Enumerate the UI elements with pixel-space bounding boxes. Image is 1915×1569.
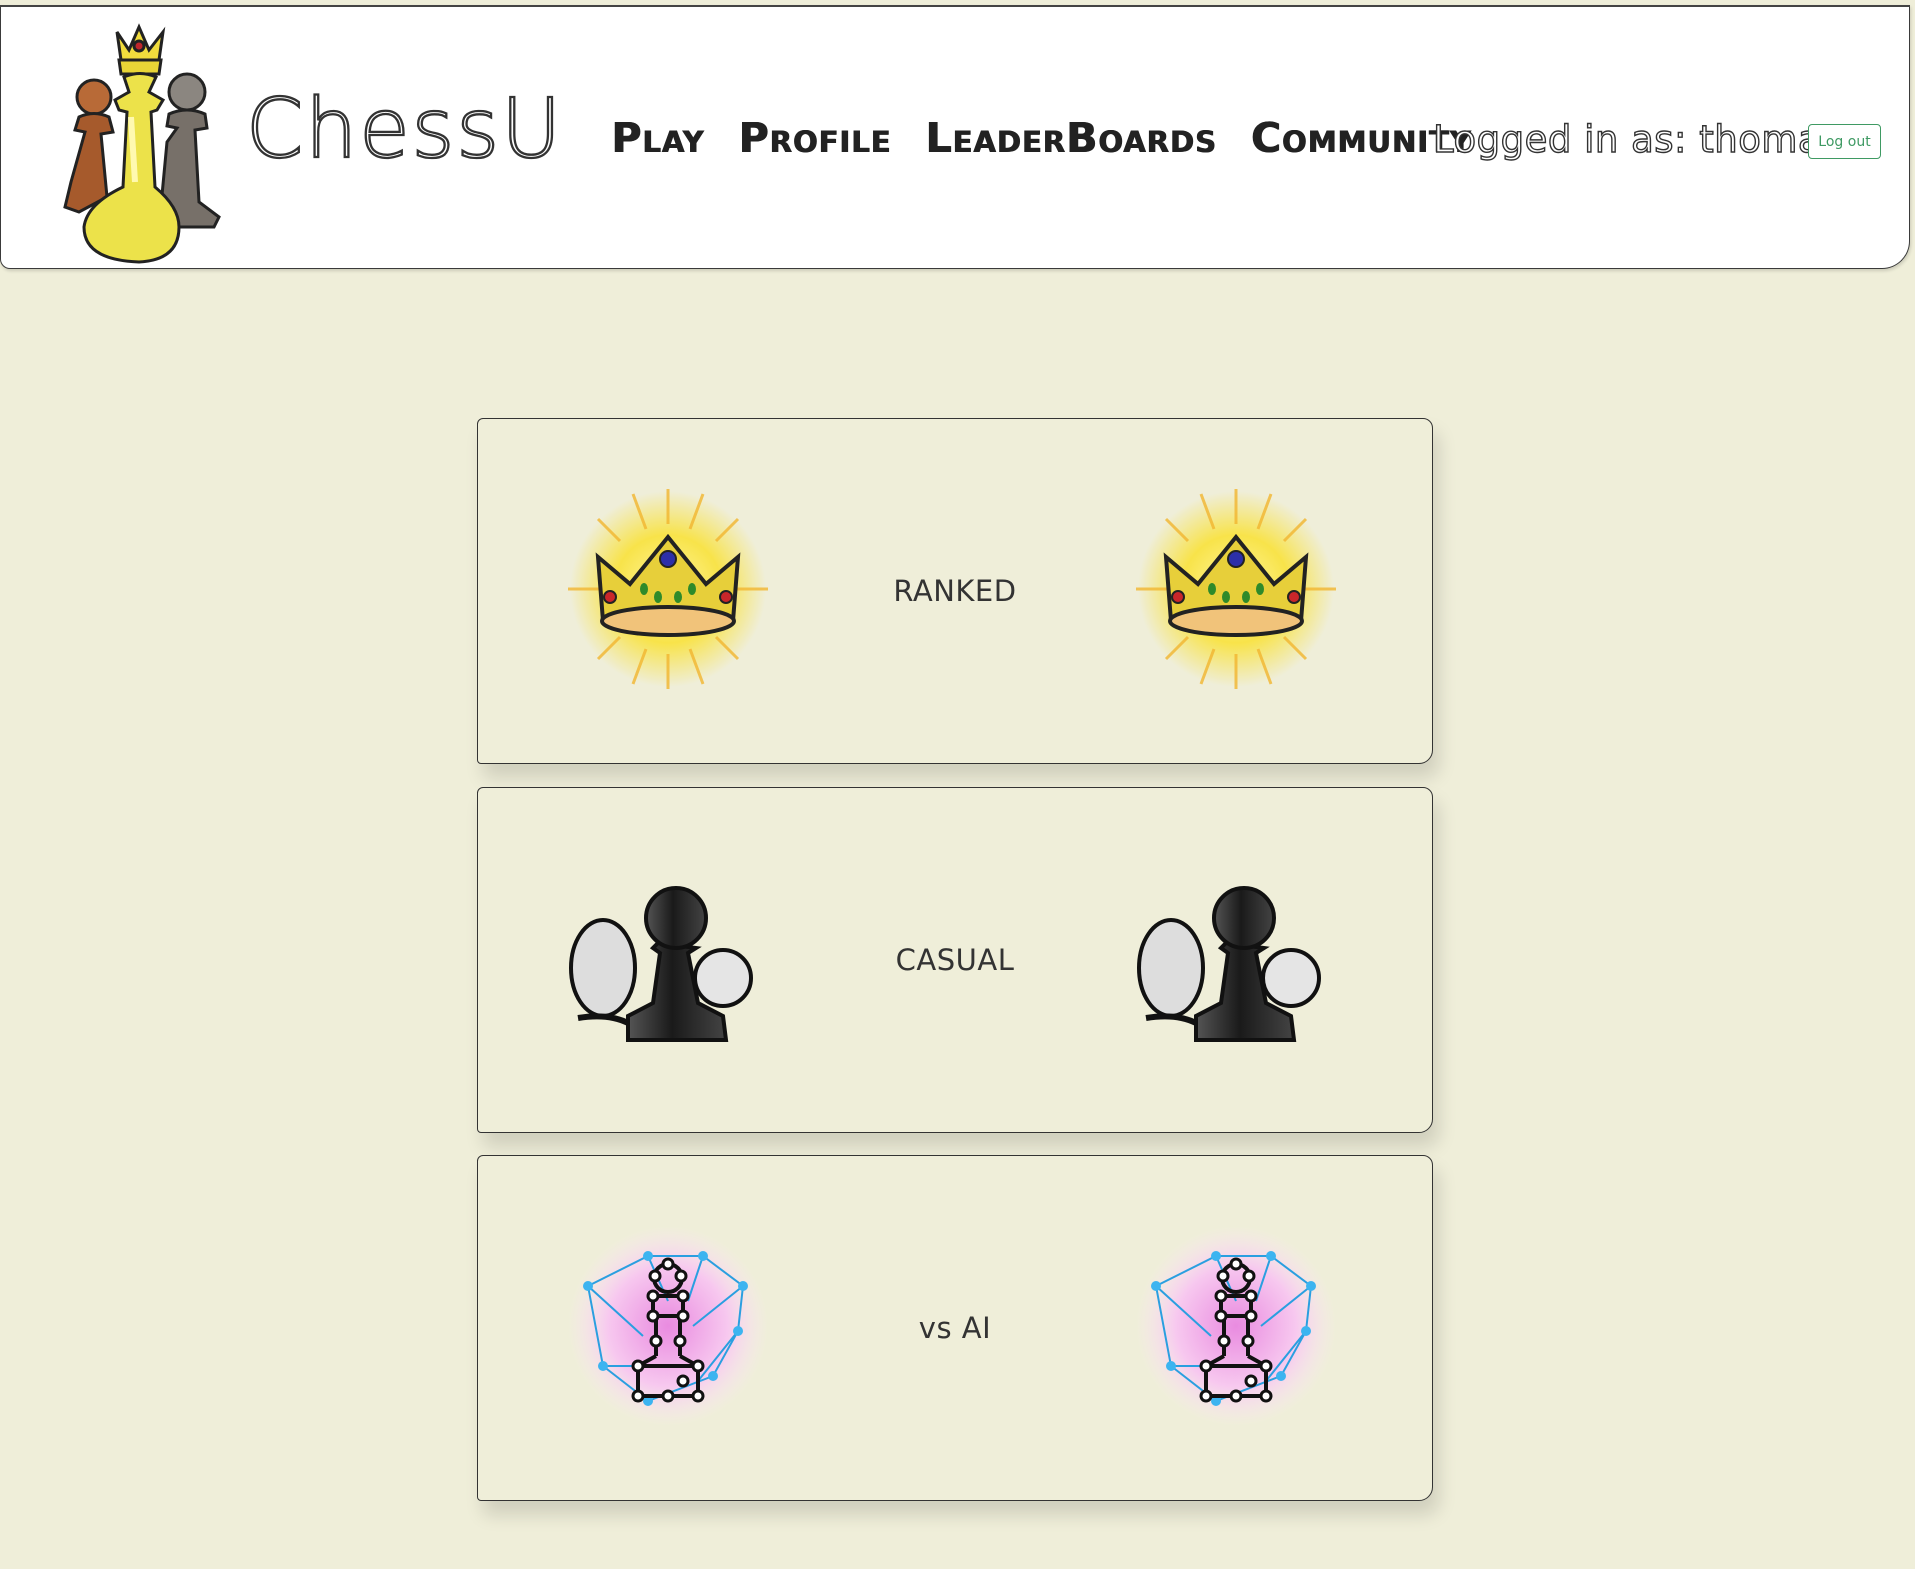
login-status: Logged in as: thomas: [1432, 118, 1841, 161]
main-nav: Play Profile LeaderBoards Community: [611, 118, 1471, 159]
crown-icon: [1134, 487, 1338, 691]
ai-pawn-icon: [1134, 1224, 1338, 1428]
logout-button[interactable]: Log out: [1808, 124, 1881, 159]
nav-play[interactable]: Play: [611, 118, 704, 159]
chess-pieces-logo[interactable]: [39, 22, 234, 267]
mode-card-casual[interactable]: CASUAL: [477, 787, 1433, 1133]
nav-profile[interactable]: Profile: [738, 118, 891, 159]
top-header: ChessU Play Profile LeaderBoards Communi…: [0, 5, 1910, 269]
mode-card-ranked[interactable]: RANKED: [477, 418, 1433, 764]
pawn-icon: [1126, 848, 1346, 1068]
brand-title[interactable]: ChessU: [245, 87, 563, 171]
mode-card-vs-ai[interactable]: vs AI: [477, 1155, 1433, 1501]
nav-leaderboards[interactable]: LeaderBoards: [925, 118, 1216, 159]
